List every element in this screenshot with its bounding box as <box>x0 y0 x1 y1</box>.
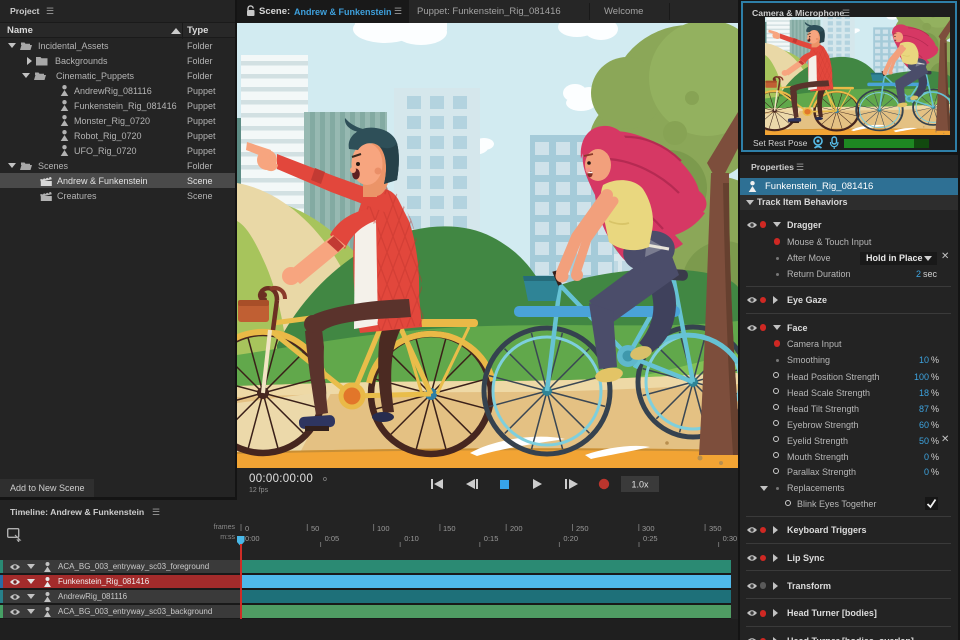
svg-text:0:25: 0:25 <box>643 534 658 543</box>
svg-text:100: 100 <box>377 524 390 533</box>
svg-text:1.0x: 1.0x <box>631 480 649 490</box>
svg-text:0:10: 0:10 <box>404 534 419 543</box>
svg-text:0:20: 0:20 <box>563 534 578 543</box>
svg-text:0:30: 0:30 <box>723 534 738 543</box>
svg-text:300: 300 <box>642 524 655 533</box>
svg-text:150: 150 <box>443 524 456 533</box>
svg-text:0:15: 0:15 <box>484 534 499 543</box>
svg-text:0: 0 <box>245 524 249 533</box>
svg-text:0:05: 0:05 <box>325 534 340 543</box>
svg-text:350: 350 <box>709 524 722 533</box>
svg-text:250: 250 <box>576 524 589 533</box>
svg-text:200: 200 <box>510 524 523 533</box>
svg-text:50: 50 <box>311 524 319 533</box>
svg-text:0:00: 0:00 <box>245 534 260 543</box>
